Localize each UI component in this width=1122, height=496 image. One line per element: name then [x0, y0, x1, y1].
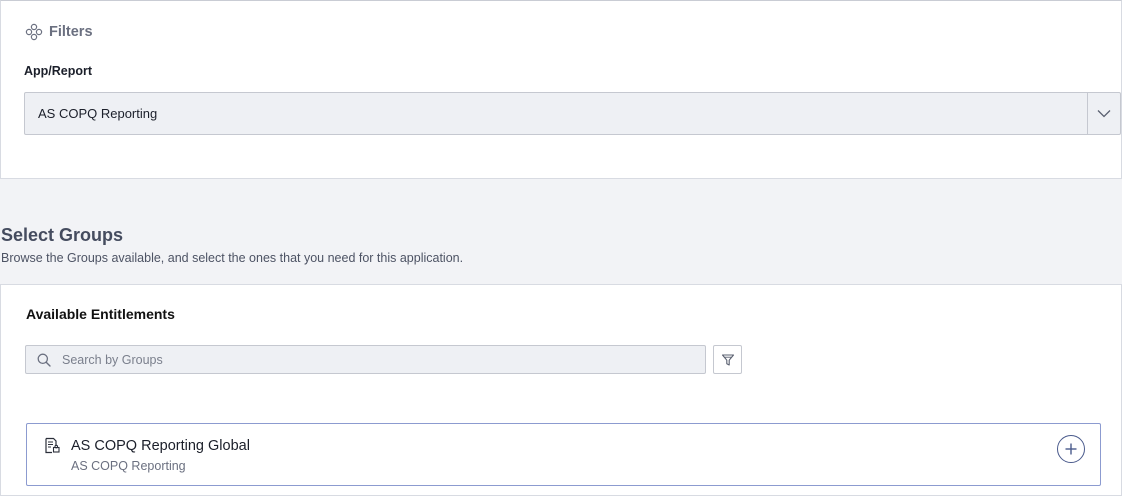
entitlement-card[interactable]: AS COPQ Reporting Global AS COPQ Reporti… [26, 423, 1101, 486]
report-document-icon [44, 437, 61, 454]
search-groups-box[interactable] [25, 345, 706, 374]
available-entitlements-panel: Available Entitlements Search by Groups … [0, 284, 1122, 496]
search-groups-input[interactable] [60, 351, 680, 368]
app-report-toggle[interactable] [1087, 93, 1120, 134]
app-report-label: App/Report [24, 64, 93, 78]
entitlement-title: AS COPQ Reporting Global [71, 438, 250, 454]
select-groups-title: Select Groups [1, 225, 124, 245]
add-circle-icon [1065, 443, 1077, 455]
funnel-icon [721, 353, 734, 366]
filter-button[interactable] [713, 345, 742, 374]
add-entitlement-button[interactable] [1057, 435, 1085, 463]
select-groups-subtitle: Browse the Groups available, and select … [1, 251, 464, 265]
chevron-down-icon [1097, 110, 1111, 118]
available-entitlements-title: Available Entitlements [26, 306, 175, 322]
filters-icon [25, 23, 43, 41]
entitlement-subtitle: AS COPQ Reporting [71, 459, 186, 473]
filters-header: Filters [25, 23, 93, 41]
filters-panel: Filters App/Report AS COPQ Reporting [0, 0, 1122, 179]
filters-title: Filters [49, 24, 93, 40]
app-report-selected-value: AS COPQ Reporting [38, 106, 158, 121]
app-report-select[interactable]: AS COPQ Reporting [24, 92, 1121, 135]
search-icon [37, 353, 51, 367]
